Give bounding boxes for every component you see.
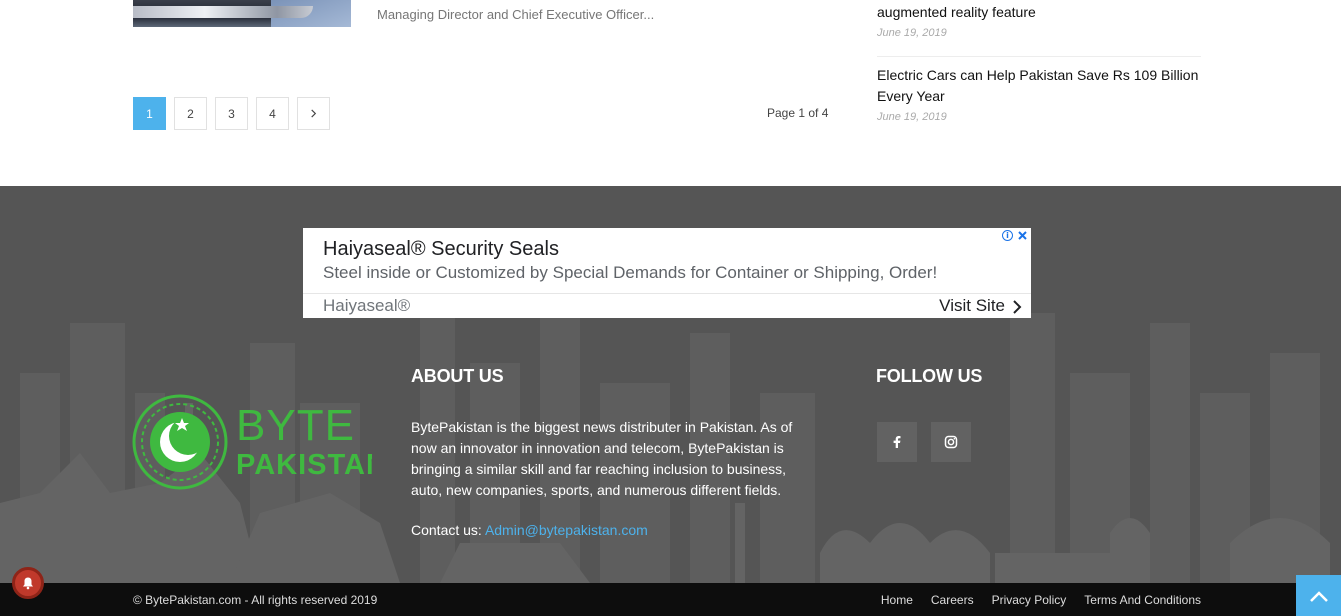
- chevron-right-icon: [1013, 300, 1022, 314]
- footer-link-terms[interactable]: Terms And Conditions: [1084, 593, 1201, 607]
- advertisement[interactable]: Haiyaseal® Security Seals Steel inside o…: [303, 228, 1031, 318]
- content-area: Managing Director and Chief Executive Of…: [0, 0, 1341, 186]
- page-1-button[interactable]: 1: [133, 97, 166, 130]
- page-3-button[interactable]: 3: [215, 97, 248, 130]
- page-4-button[interactable]: 4: [256, 97, 289, 130]
- close-icon[interactable]: [1017, 230, 1028, 241]
- bell-icon: [23, 577, 33, 590]
- notification-bell-button[interactable]: [12, 567, 44, 599]
- sidebar-item-title[interactable]: Electric Cars can Help Pakistan Save Rs …: [877, 65, 1201, 107]
- facebook-icon: [893, 436, 901, 448]
- sidebar-item-date: June 19, 2019: [877, 27, 947, 39]
- copyright-text: © BytePakistan.com - All rights reserved…: [133, 593, 378, 607]
- article-excerpt: Managing Director and Chief Executive Of…: [377, 7, 655, 22]
- contact-label: Contact us:: [411, 522, 485, 538]
- ad-title[interactable]: Haiyaseal® Security Seals: [323, 238, 559, 261]
- contact-line: Contact us: Admin@bytepakistan.com: [411, 522, 648, 538]
- ad-controls: i: [1002, 230, 1028, 241]
- sidebar-item[interactable]: Electric Cars can Help Pakistan Save Rs …: [877, 65, 1201, 123]
- footer-link-careers[interactable]: Careers: [931, 593, 974, 607]
- ad-brand[interactable]: Haiyaseal®: [323, 296, 410, 316]
- instagram-button[interactable]: [931, 422, 971, 462]
- info-icon[interactable]: i: [1002, 230, 1013, 241]
- footer-link-home[interactable]: Home: [881, 593, 913, 607]
- footer-menu: Home Careers Privacy Policy Terms And Co…: [863, 593, 1201, 607]
- follow-heading: FOLLOW US: [876, 366, 983, 386]
- footer: Haiyaseal® Security Seals Steel inside o…: [0, 186, 1341, 583]
- bottom-bar: © BytePakistan.com - All rights reserved…: [0, 583, 1341, 616]
- sidebar-divider: [877, 56, 1201, 57]
- footer-link-privacy-policy[interactable]: Privacy Policy: [992, 593, 1067, 607]
- instagram-icon: [944, 435, 958, 449]
- sidebar-item-date: June 19, 2019: [877, 111, 947, 123]
- page-2-button[interactable]: 2: [174, 97, 207, 130]
- ad-visit-site-link[interactable]: Visit Site: [939, 296, 1005, 316]
- ad-divider: [303, 293, 1031, 294]
- facebook-button[interactable]: [877, 422, 917, 462]
- ad-description[interactable]: Steel inside or Customized by Special De…: [323, 263, 937, 283]
- svg-text:PAKISTAN: PAKISTAN: [236, 449, 372, 481]
- back-to-top-button[interactable]: [1296, 575, 1341, 616]
- sidebar-item-title[interactable]: augmented reality feature: [877, 2, 1201, 23]
- contact-email-link[interactable]: Admin@bytepakistan.com: [485, 522, 648, 538]
- pagination: 1 2 3 4: [133, 97, 338, 130]
- bytepakistan-logo[interactable]: BYTE PAKISTAN: [132, 394, 372, 494]
- chevron-up-icon: [1309, 590, 1328, 602]
- about-heading: ABOUT US: [411, 366, 504, 386]
- svg-text:BYTE: BYTE: [236, 401, 355, 450]
- next-page-button[interactable]: [297, 97, 330, 130]
- sidebar-item[interactable]: augmented reality feature June 19, 2019: [877, 2, 1201, 39]
- about-text: BytePakistan is the biggest news distrib…: [411, 419, 793, 498]
- page-info: Page 1 of 4: [767, 106, 829, 120]
- article-thumbnail[interactable]: [133, 0, 351, 27]
- chevron-right-icon: [311, 109, 317, 118]
